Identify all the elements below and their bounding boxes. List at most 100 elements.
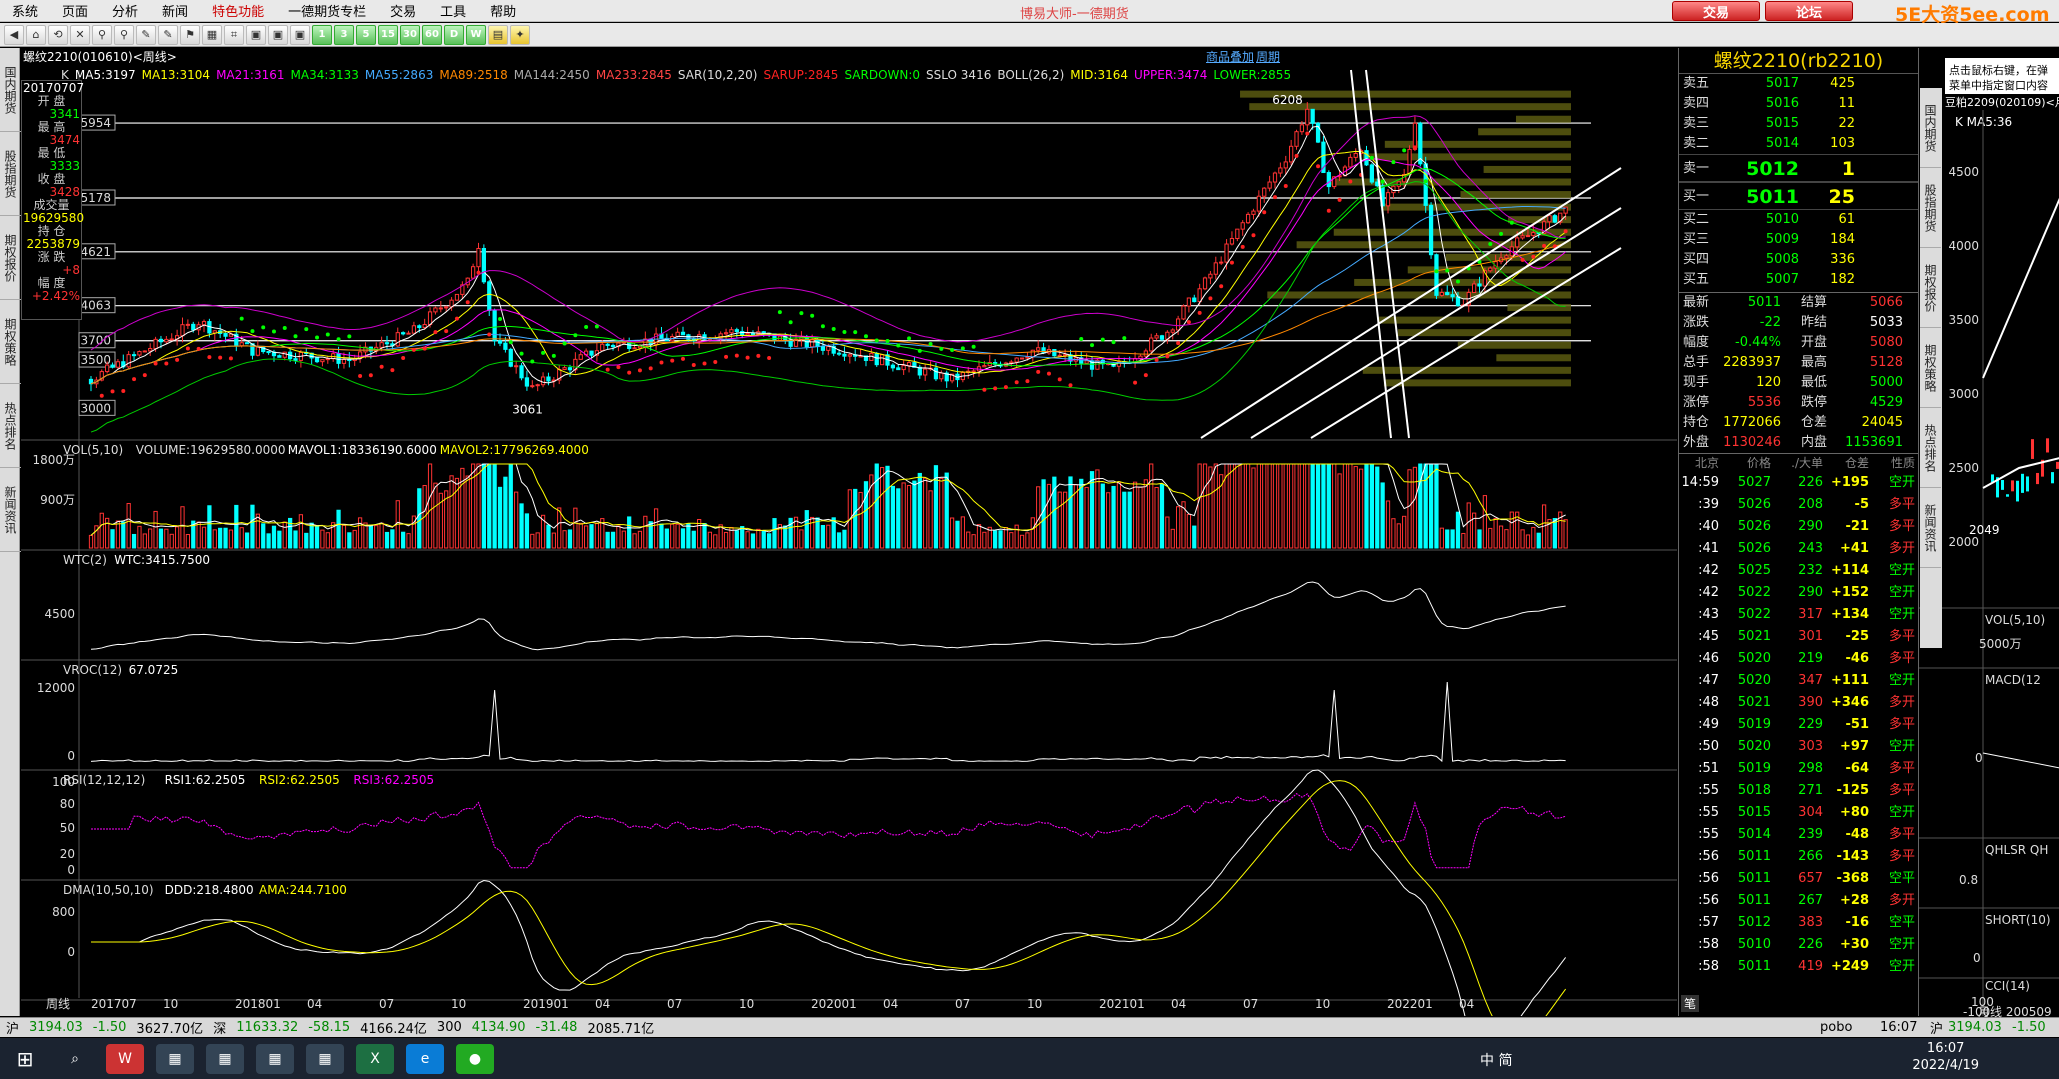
period-button-W[interactable]: W <box>466 24 486 45</box>
start-icon[interactable]: ⊞ <box>6 1044 44 1074</box>
tick-row[interactable]: :57 5012 383 -16 空平 <box>1679 912 1918 934</box>
taskbar-clock[interactable]: 16:07 2022/4/19 <box>1912 1040 1979 1074</box>
app-icon-trader[interactable]: ▦ <box>156 1043 194 1074</box>
menu-item-1[interactable]: 页面 <box>50 1 100 20</box>
right-tab-5[interactable]: 新闻资讯 <box>1920 488 1941 568</box>
left-tab-1[interactable]: 股指期货 <box>0 132 21 216</box>
tick-row[interactable]: :56 5011 266 -143 多平 <box>1679 846 1918 868</box>
trade-button[interactable]: 交易 <box>1672 1 1760 21</box>
toolbar-icon-8[interactable]: ⚑ <box>180 24 200 45</box>
kline-chart-svg[interactable]: 595451784621406337003500300062083061VOL(… <box>21 48 1677 1016</box>
toolbar-icon-2[interactable]: ⟲ <box>48 24 68 45</box>
period-button-1[interactable]: 1 <box>312 24 332 45</box>
toolbar-icon-13[interactable]: ▣ <box>290 24 310 45</box>
search-icon[interactable]: ⌕ <box>56 1044 94 1074</box>
toolbar-icon-5[interactable]: ⚲ <box>114 24 134 45</box>
tick-row[interactable]: :41 5026 243 +41 多开 <box>1679 538 1918 560</box>
forum-button[interactable]: 论坛 <box>1765 1 1853 21</box>
toolbar-icon-4[interactable]: ⚲ <box>92 24 112 45</box>
toolbar-icon-6[interactable]: ✎ <box>136 24 156 45</box>
tick-row[interactable]: 14:59 5027 226 +195 空开 <box>1679 472 1918 494</box>
app-icon-trader-2[interactable]: ▦ <box>206 1043 244 1074</box>
left-tab-4[interactable]: 热点排名 <box>0 384 21 468</box>
period-button-15[interactable]: 15 <box>378 24 398 45</box>
period-button-3[interactable]: 3 <box>334 24 354 45</box>
left-tab-5[interactable]: 新闻资讯 <box>0 468 21 552</box>
tick-row[interactable]: :39 5026 208 -5 多平 <box>1679 494 1918 516</box>
period-button-D[interactable]: D <box>444 24 464 45</box>
menu-item-0[interactable]: 系统 <box>0 1 50 20</box>
ask-row[interactable]: 卖五 5017 425 <box>1679 74 1918 94</box>
system-tray[interactable]: 中 简 <box>1480 1050 1512 1070</box>
toolbar-icon-9[interactable]: ▦ <box>202 24 222 45</box>
menu-item-4[interactable]: 特色功能 <box>200 1 276 20</box>
tick-row[interactable]: :49 5019 229 -51 多平 <box>1679 714 1918 736</box>
toolbar-icon-7[interactable]: ✎ <box>158 24 178 45</box>
tick-row[interactable]: :42 5022 290 +152 空开 <box>1679 582 1918 604</box>
period-button-30[interactable]: 30 <box>400 24 420 45</box>
bid-row[interactable]: 买四 5008 336 <box>1679 250 1918 270</box>
toolbar-icon-12[interactable]: ▣ <box>268 24 288 45</box>
right-tab-2[interactable]: 期权报价 <box>1920 248 1941 328</box>
tick-row[interactable]: :55 5014 239 -48 多平 <box>1679 824 1918 846</box>
chart-link-0[interactable]: 商品叠加 <box>1206 48 1254 65</box>
tick-row[interactable]: :46 5020 219 -46 多平 <box>1679 648 1918 670</box>
menu-item-5[interactable]: 一德期货专栏 <box>276 1 378 20</box>
right-tab-3[interactable]: 期权策略 <box>1920 328 1941 408</box>
app-icon-wechat[interactable]: ● <box>456 1043 494 1074</box>
right-tab-4[interactable]: 热点排名 <box>1920 408 1941 488</box>
app-icon-edge[interactable]: e <box>406 1043 444 1074</box>
right-tab-1[interactable]: 股指期货 <box>1920 168 1941 248</box>
toolbar-icon-3[interactable]: ✕ <box>70 24 90 45</box>
app-icon-trader-3[interactable]: ▦ <box>256 1043 294 1074</box>
menu-item-2[interactable]: 分析 <box>100 1 150 20</box>
period-button-60[interactable]: 60 <box>422 24 442 45</box>
left-tab-2[interactable]: 期权报价 <box>0 216 21 300</box>
level1-row[interactable]: 买一 5011 25 <box>1679 182 1918 210</box>
left-tab-0[interactable]: 国内期货 <box>0 48 21 132</box>
chart-link-1[interactable]: 周期 <box>1256 48 1280 65</box>
tick-row[interactable]: :43 5022 317 +134 空开 <box>1679 604 1918 626</box>
bid-row[interactable]: 买三 5009 184 <box>1679 230 1918 250</box>
app-icon-wps[interactable]: W <box>106 1043 144 1074</box>
menu-item-6[interactable]: 交易 <box>378 1 428 20</box>
tick-row[interactable]: :45 5021 301 -25 多平 <box>1679 626 1918 648</box>
ask-row[interactable]: 卖三 5015 22 <box>1679 114 1918 134</box>
level1-row[interactable]: 卖一 5012 1 <box>1679 154 1918 182</box>
tick-row[interactable]: :40 5026 290 -21 多平 <box>1679 516 1918 538</box>
menu-item-8[interactable]: 帮助 <box>478 1 528 20</box>
ask-row[interactable]: 卖四 5016 11 <box>1679 94 1918 114</box>
bid-row[interactable]: 买二 5010 61 <box>1679 210 1918 230</box>
toolbar-icon-11[interactable]: ▣ <box>246 24 266 45</box>
tick-row[interactable]: :58 5011 419 +249 空开 <box>1679 956 1918 978</box>
tick-row[interactable]: :56 5011 657 -368 空平 <box>1679 868 1918 890</box>
menu-item-7[interactable]: 工具 <box>428 1 478 20</box>
toolbar-icon-0[interactable]: ◀ <box>4 24 24 45</box>
stat-row: 涨跌 -22 昨结 5033 <box>1679 313 1918 333</box>
toolbar-extra-icon-1[interactable]: ✦ <box>510 24 530 45</box>
bid-row[interactable]: 买五 5007 182 <box>1679 270 1918 290</box>
tick-row[interactable]: :50 5020 303 +97 空开 <box>1679 736 1918 758</box>
tick-list[interactable]: 北京 价格 ./大单 仓差 性质 14:59 5027 226 +195 空开:39 5026 208… <box>1679 453 1918 978</box>
sar-dot <box>950 348 955 353</box>
tick-row[interactable]: :47 5020 347 +111 空开 <box>1679 670 1918 692</box>
tick-row[interactable]: :42 5025 232 +114 空开 <box>1679 560 1918 582</box>
tick-row[interactable]: :58 5010 226 +30 空开 <box>1679 934 1918 956</box>
main-chart-area[interactable]: 5954 5178 4621 4063 3700 3500 3000 6208 3061 VOL(… <box>21 48 1677 1016</box>
tick-row[interactable]: :55 5018 271 -125 多平 <box>1679 780 1918 802</box>
app-icon-trader-4[interactable]: ▦ <box>306 1043 344 1074</box>
toolbar-icon-10[interactable]: ⌗ <box>224 24 244 45</box>
toolbar-icon-1[interactable]: ⌂ <box>26 24 46 45</box>
ask-row[interactable]: 卖二 5014 103 <box>1679 134 1918 154</box>
menu-item-3[interactable]: 新闻 <box>150 1 200 20</box>
tick-row[interactable]: :48 5021 390 +346 多开 <box>1679 692 1918 714</box>
right-tab-0[interactable]: 国内期货 <box>1920 88 1941 168</box>
tick-row[interactable]: :51 5019 298 -64 多平 <box>1679 758 1918 780</box>
app-icon-excel[interactable]: X <box>356 1043 394 1074</box>
volume-bar <box>169 533 174 549</box>
tick-row[interactable]: :55 5015 304 +80 空开 <box>1679 802 1918 824</box>
toolbar-extra-icon-0[interactable]: ▤ <box>488 24 508 45</box>
left-tab-3[interactable]: 期权策略 <box>0 300 21 384</box>
period-button-5[interactable]: 5 <box>356 24 376 45</box>
tick-row[interactable]: :56 5011 267 +28 多开 <box>1679 890 1918 912</box>
